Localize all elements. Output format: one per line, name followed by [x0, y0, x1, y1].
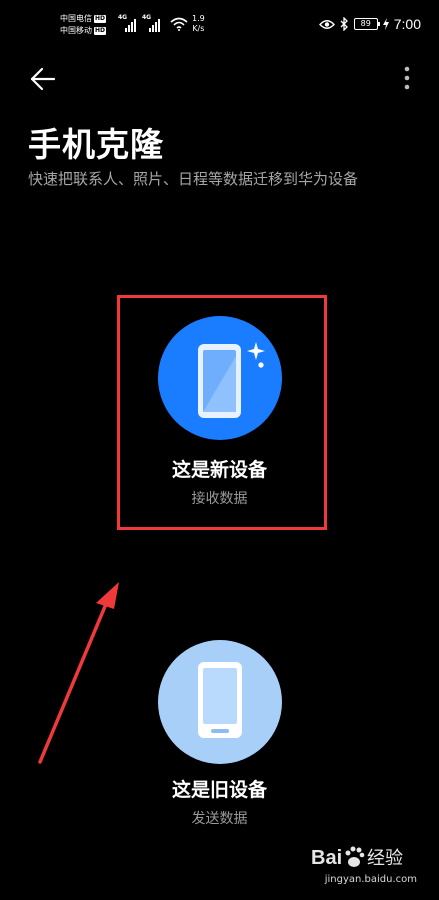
wifi-icon — [170, 17, 188, 31]
old-device-title: 这是旧设备 — [171, 779, 267, 801]
net-speed-unit: K/s — [192, 24, 205, 33]
more-vertical-icon — [404, 66, 410, 90]
signal-bars-icon — [149, 19, 160, 32]
bluetooth-icon — [340, 17, 348, 31]
signal-strength-2: 4G — [142, 14, 162, 32]
signal-strength-1: 4G — [118, 14, 138, 32]
phone-icon — [198, 662, 242, 738]
status-bar: 中国电信 HD 中国移动 HD 4G 4G 1.9 K/s 89 7:00 — [0, 0, 439, 44]
carrier-line-2: 中国移动 HD — [60, 25, 107, 37]
carrier-2-name: 中国移动 — [60, 26, 92, 35]
charging-bolt-icon — [382, 18, 389, 30]
old-device-desc: 发送数据 — [191, 811, 248, 827]
clock: 7:00 — [393, 16, 421, 32]
signal-bars-icon — [125, 19, 136, 32]
battery-indicator: 89 — [353, 18, 380, 30]
watermark-brand-right: 经验 — [367, 848, 403, 869]
carrier-1-name: 中国电信 — [60, 14, 92, 23]
watermark-url: jingyan.baidu.com — [324, 874, 417, 885]
status-right: 89 7:00 — [318, 16, 421, 32]
net-speed-value: 1.9 — [192, 14, 205, 23]
baidu-jingyan-watermark: Bai 经验 jingyan.baidu.com — [309, 840, 419, 888]
signal-group: 4G 4G — [118, 14, 162, 32]
watermark-brand-left: Bai — [311, 847, 342, 869]
net-speed: 1.9 K/s — [192, 14, 205, 34]
paw-icon — [345, 846, 365, 867]
baidu-logo-icon: Bai 经验 — [311, 846, 403, 869]
hd-badge-1: HD — [94, 15, 107, 23]
eye-icon — [318, 19, 335, 29]
more-options-button[interactable] — [401, 64, 413, 94]
annotation-highlight-box — [117, 295, 327, 530]
hd-badge-2: HD — [94, 27, 107, 35]
old-device-circle[interactable] — [158, 640, 282, 764]
back-button[interactable] — [28, 64, 58, 94]
page-subtitle: 快速把联系人、照片、日程等数据迁移到华为设备 — [28, 170, 359, 188]
carrier-info: 中国电信 HD 中国移动 HD — [60, 13, 107, 37]
carrier-line-1: 中国电信 HD — [60, 13, 107, 25]
page-title: 手机克隆 — [28, 125, 164, 164]
arrow-left-icon — [30, 67, 56, 91]
